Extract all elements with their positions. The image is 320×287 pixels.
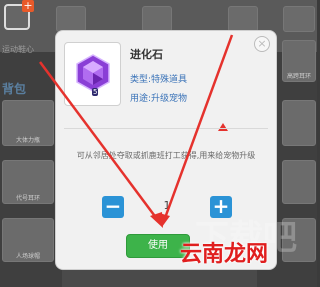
item-slot[interactable] — [228, 6, 258, 32]
item-slot[interactable] — [56, 6, 86, 32]
item-slot[interactable] — [142, 6, 172, 32]
divider — [64, 128, 268, 129]
item-level-badge: 5 — [92, 88, 99, 96]
decrease-button[interactable]: − — [102, 196, 124, 218]
item-description: 可从邻居处夺取或抓鹿班打工获得,用来给宠物升级 — [76, 151, 256, 160]
indicator-triangle — [218, 123, 228, 131]
item-slot[interactable] — [283, 6, 315, 32]
bag-title[interactable]: 背包 — [2, 80, 26, 97]
item-slot[interactable]: 大体力瓶 — [2, 100, 54, 146]
add-item-icon[interactable]: + — [4, 0, 34, 30]
quantity-value: 1 — [163, 199, 171, 212]
item-slot[interactable] — [282, 160, 316, 204]
evolution-stone-icon — [76, 54, 110, 92]
item-slot[interactable]: 代号耳环 — [2, 160, 54, 204]
watermark-text: 云南龙网 — [180, 242, 269, 267]
item-icon-box: 5 — [64, 42, 121, 106]
close-icon[interactable]: × — [254, 36, 270, 52]
item-slot[interactable]: 人场球帽 — [2, 218, 54, 262]
item-slot[interactable] — [282, 100, 316, 146]
item-slot[interactable]: 高跨耳环 — [282, 40, 316, 82]
item-use: 用途:升级宠物 — [130, 94, 188, 104]
top-label: 运动鞋心 — [2, 45, 34, 54]
item-type: 类型:特殊道具 — [130, 75, 188, 85]
item-name: 进化石 — [130, 48, 163, 61]
